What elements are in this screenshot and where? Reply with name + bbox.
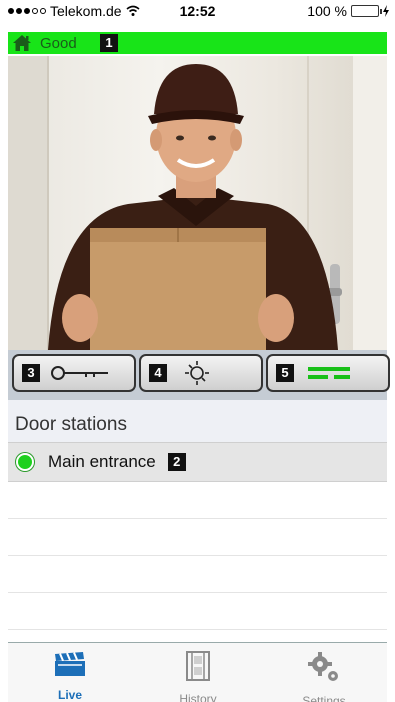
door-stations-title: Door stations (15, 414, 127, 435)
clapperboard-icon (55, 652, 85, 676)
camera-image (8, 56, 387, 350)
door-open-button[interactable]: 3 (12, 354, 136, 392)
control-bar: 3 4 5 (8, 350, 390, 400)
battery-info: 100 % (307, 3, 389, 19)
online-status-icon (16, 453, 34, 471)
connection-status-bar: Good 1 (8, 32, 387, 54)
callout-badge: 5 (276, 364, 294, 382)
battery-percent: 100 % (307, 3, 347, 19)
connection-status-label: Good (40, 34, 77, 52)
empty-row (8, 482, 387, 519)
gears-icon (308, 652, 338, 681)
tab-bar: Live History Settings (8, 642, 387, 702)
battery-icon (351, 5, 382, 17)
live-video-feed[interactable] (8, 56, 387, 350)
tab-history[interactable]: History (148, 651, 248, 702)
key-icon (51, 366, 108, 380)
light-bulb-icon (185, 361, 209, 385)
empty-row (8, 593, 387, 630)
callout-badge: 2 (167, 453, 186, 471)
callout-badge: 4 (149, 364, 167, 382)
tab-settings[interactable]: Settings (274, 651, 374, 702)
audio-active-icon (308, 367, 350, 379)
tab-settings-label: Settings (302, 694, 346, 702)
light-button[interactable]: 4 (139, 354, 263, 392)
list-item-main-entrance[interactable]: Main entrance 2 (8, 442, 387, 482)
tab-live-label: Live (57, 688, 82, 702)
tab-history-label: History (179, 692, 217, 702)
callout-badge: 3 (22, 364, 40, 382)
status-bar: Telekom.de 12:52 100 % (0, 0, 395, 22)
empty-row (8, 519, 387, 556)
film-strip-icon (186, 651, 210, 681)
empty-row (8, 556, 387, 593)
callout-badge: 1 (100, 34, 118, 52)
audio-button[interactable]: 5 (266, 354, 390, 392)
tab-live[interactable]: Live (20, 651, 120, 702)
charging-bolt-icon (383, 5, 389, 17)
home-icon[interactable] (12, 34, 32, 52)
empty-list-area (8, 482, 387, 642)
station-label: Main entrance (48, 452, 156, 471)
door-stations-header: Door stations (8, 400, 387, 442)
